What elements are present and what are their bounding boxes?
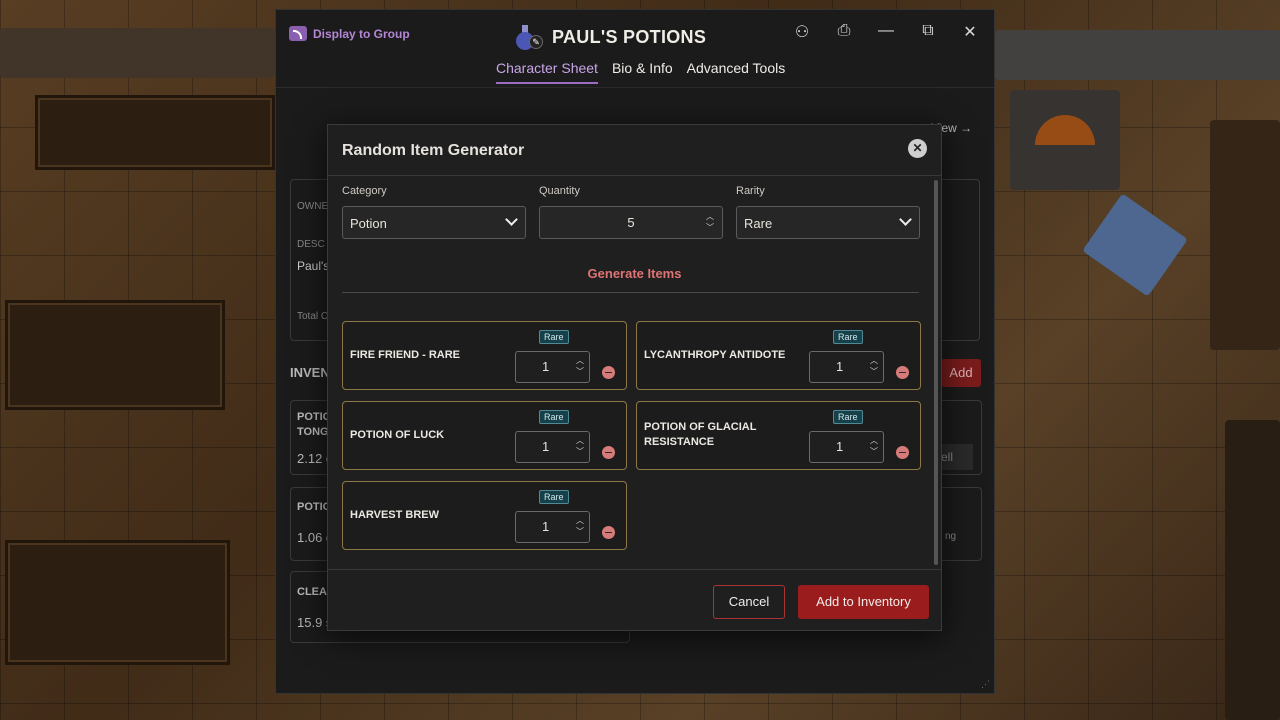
description-label: DESC <box>297 239 325 250</box>
item-quantity-stepper[interactable]: 1 ︿ ﹀ <box>809 431 884 463</box>
quantity-value: 5 <box>627 215 635 230</box>
item-status: ng <box>945 531 957 542</box>
item-name: LYCANTHROPY ANTIDOTE <box>644 349 786 361</box>
close-icon[interactable]: ✕ <box>960 22 980 42</box>
divider <box>342 292 919 293</box>
item-name: POTION OF GLACIAL RESISTANCE <box>644 421 757 448</box>
remove-item-icon[interactable] <box>602 446 615 459</box>
remove-item-icon[interactable] <box>896 446 909 459</box>
item-name: HARVEST BREW <box>350 509 440 521</box>
quantity-label: Quantity <box>539 185 580 197</box>
inventory-heading: INVEN <box>290 365 330 380</box>
modal-title: Random Item Generator <box>342 142 525 159</box>
generated-item-card: POTION OF LUCK Rare 1 ︿ ﹀ <box>342 401 627 470</box>
broadcast-icon <box>289 26 307 41</box>
item-quantity-stepper[interactable]: 1 ︿ ﹀ <box>809 351 884 383</box>
sell-button[interactable]: ell <box>941 444 973 470</box>
category-select[interactable]: Potion <box>342 206 526 239</box>
display-to-group-label: Display to Group <box>313 26 410 41</box>
remove-item-icon[interactable] <box>602 366 615 379</box>
modal-header: Random Item Generator ✕ <box>328 125 941 176</box>
rarity-badge: Rare <box>539 490 569 504</box>
owner-label: OWNE <box>297 201 329 212</box>
item-qty-value: 1 <box>542 439 550 454</box>
stepper-arrows-icon[interactable]: ︿ ﹀ <box>706 211 714 233</box>
item-qty-value: 1 <box>836 439 844 454</box>
tab-advanced-tools[interactable]: Advanced Tools <box>687 60 786 84</box>
rarity-badge: Rare <box>833 410 863 424</box>
stepper-arrows-icon[interactable]: ︿ ﹀ <box>870 435 878 457</box>
remove-item-icon[interactable] <box>602 526 615 539</box>
stepper-arrows-icon[interactable]: ︿ ﹀ <box>576 355 584 377</box>
rarity-value: Rare <box>744 216 773 231</box>
stepper-arrows-icon[interactable]: ︿ ﹀ <box>870 355 878 377</box>
add-to-inventory-button[interactable]: Add to Inventory <box>798 585 929 619</box>
sheet-header: Display to Group ✎ PAUL'S POTIONS ⚇ ⎙ — … <box>276 10 994 88</box>
edit-pencil-icon: ✎ <box>529 35 543 49</box>
sheet-title: PAUL'S POTIONS <box>552 26 707 47</box>
item-name: FIRE FRIEND - RARE <box>350 349 460 361</box>
generate-items-button[interactable]: Generate Items <box>328 266 941 281</box>
stepper-arrows-icon[interactable]: ︿ ﹀ <box>576 515 584 537</box>
popout-icon[interactable]: ⧉ <box>918 22 938 42</box>
display-to-group-button[interactable]: Display to Group <box>289 26 410 41</box>
tab-character-sheet[interactable]: Character Sheet <box>496 60 598 84</box>
item-qty-value: 1 <box>836 359 844 374</box>
cancel-button[interactable]: Cancel <box>713 585 785 619</box>
tab-bio-info[interactable]: Bio & Info <box>612 60 673 84</box>
generated-item-card: HARVEST BREW Rare 1 ︿ ﹀ <box>342 481 627 550</box>
footer-divider <box>328 569 941 570</box>
quantity-stepper[interactable]: 5 ︿ ﹀ <box>539 206 723 239</box>
potion-avatar-icon[interactable]: ✎ <box>512 22 543 52</box>
item-quantity-stepper[interactable]: 1 ︿ ﹀ <box>515 351 590 383</box>
item-qty-value: 1 <box>542 359 550 374</box>
sheet-title-group: ✎ PAUL'S POTIONS <box>512 22 706 52</box>
item-name: POTION OF LUCK <box>350 429 445 441</box>
generated-item-card: POTION OF GLACIAL RESISTANCE Rare 1 ︿ ﹀ <box>636 401 921 470</box>
category-label: Category <box>342 185 387 197</box>
add-item-button[interactable]: Add <box>941 359 981 387</box>
stepper-arrows-icon[interactable]: ︿ ﹀ <box>576 435 584 457</box>
item-qty-value: 1 <box>542 519 550 534</box>
user-settings-icon[interactable]: ⚇ <box>792 22 812 42</box>
rarity-badge: Rare <box>539 330 569 344</box>
category-value: Potion <box>350 216 387 231</box>
item-name-line2: TONG <box>297 426 329 438</box>
total-label: Total C <box>297 311 329 322</box>
modal-close-icon[interactable]: ✕ <box>908 139 927 158</box>
item-quantity-stepper[interactable]: 1 ︿ ﹀ <box>515 511 590 543</box>
modal-scrollbar[interactable] <box>934 180 938 565</box>
print-icon[interactable]: ⎙ <box>834 22 854 42</box>
generated-item-card: FIRE FRIEND - RARE Rare 1 ︿ ﹀ <box>342 321 627 390</box>
window-controls: ⚇ ⎙ — ⧉ ✕ <box>792 22 980 42</box>
rarity-select[interactable]: Rare <box>736 206 920 239</box>
rarity-badge: Rare <box>539 410 569 424</box>
sheet-tabs: Character Sheet Bio & Info Advanced Tool… <box>496 60 785 84</box>
random-item-generator-modal: Random Item Generator ✕ Category Potion … <box>327 124 942 631</box>
generated-item-card: LYCANTHROPY ANTIDOTE Rare 1 ︿ ﹀ <box>636 321 921 390</box>
chevron-down-icon <box>505 213 518 226</box>
resize-handle-icon[interactable]: ⋰ <box>981 679 990 690</box>
item-quantity-stepper[interactable]: 1 ︿ ﹀ <box>515 431 590 463</box>
description-value: Paul's <box>297 259 330 273</box>
rarity-label: Rarity <box>736 185 765 197</box>
rarity-badge: Rare <box>833 330 863 344</box>
remove-item-icon[interactable] <box>896 366 909 379</box>
chevron-down-icon <box>899 213 912 226</box>
minimize-icon[interactable]: — <box>876 22 896 42</box>
